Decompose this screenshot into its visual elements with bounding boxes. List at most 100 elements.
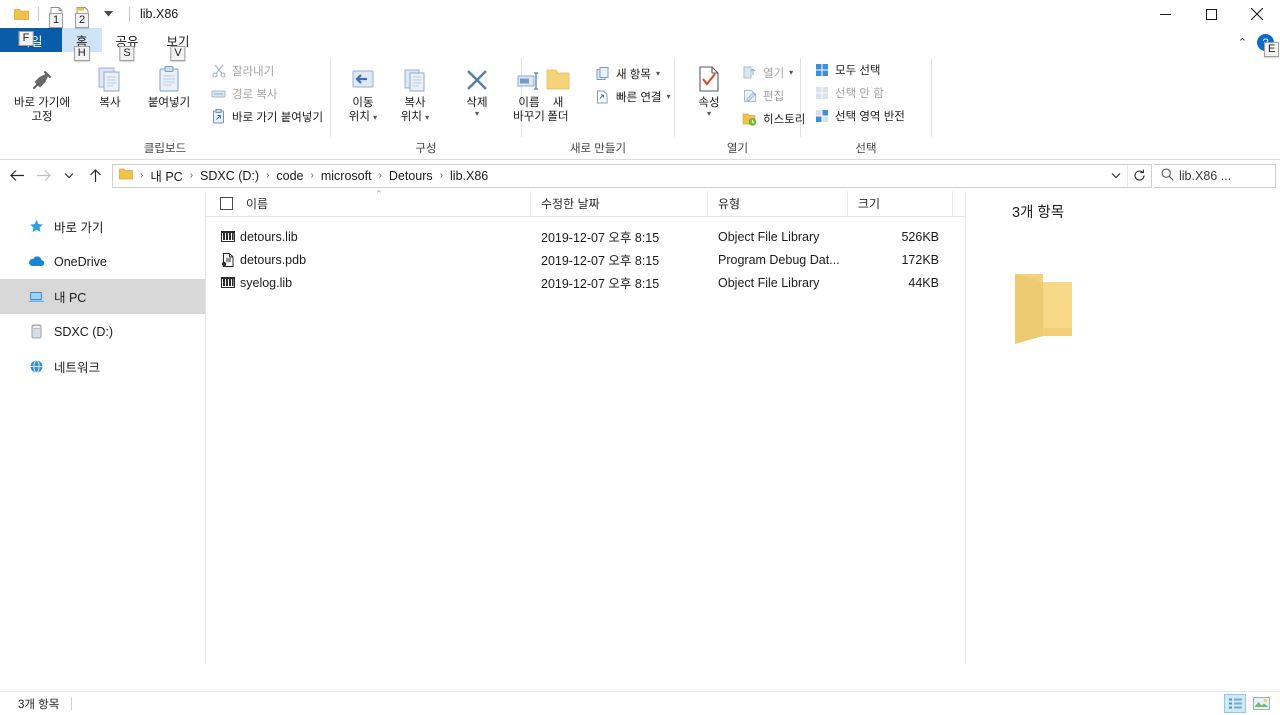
- tab-home-keytip: H: [73, 46, 90, 61]
- delete-button[interactable]: 삭제 ▾: [451, 57, 503, 120]
- open-caret-icon[interactable]: ▾: [789, 68, 793, 77]
- details-view-button[interactable]: [1224, 694, 1246, 713]
- copy-path-button[interactable]: 경로 복사: [208, 82, 329, 105]
- delete-icon: [464, 59, 490, 93]
- select-all-checkbox[interactable]: [206, 191, 236, 217]
- table-row[interactable]: detours.lib 2019-12-07 오후 8:15 Object Fi…: [206, 225, 965, 248]
- scissors-icon: [210, 62, 227, 79]
- pin-button-label-1: 바로 가기에: [13, 97, 71, 109]
- sidebar-label-my-pc: 내 PC: [54, 291, 87, 305]
- move-to-button[interactable]: 이동 위치 ▾: [337, 57, 389, 126]
- file-size: 172KB: [901, 252, 939, 267]
- invert-selection-button[interactable]: 선택 영역 반전: [811, 104, 911, 127]
- maximize-button[interactable]: [1188, 0, 1234, 28]
- status-bar: 3개 항목: [0, 691, 1280, 715]
- collapse-ribbon-icon[interactable]: ⌃: [1238, 36, 1247, 49]
- pin-to-quick-access-button[interactable]: 바로 가기에 고정: [0, 57, 84, 126]
- tab-file[interactable]: 파일 F: [0, 28, 62, 52]
- cloud-icon: [28, 253, 45, 270]
- cut-button[interactable]: 잘라내기: [208, 59, 329, 82]
- tab-home[interactable]: 홈 H: [62, 28, 102, 61]
- breadcrumb-item-code[interactable]: code: [273, 169, 306, 183]
- sidebar-item-network[interactable]: 네트워크: [0, 349, 205, 384]
- column-header-name[interactable]: 이름: [236, 190, 531, 217]
- status-divider: [71, 697, 73, 710]
- refresh-button[interactable]: [1127, 164, 1151, 187]
- column-header-type[interactable]: 유형: [708, 190, 848, 217]
- search-input[interactable]: lib.X86 ...: [1154, 163, 1276, 188]
- column-header-date[interactable]: 수정한 날짜: [531, 190, 708, 217]
- sidebar-item-my-pc[interactable]: 내 PC: [0, 279, 205, 314]
- properties-button[interactable]: 속성 ▾: [683, 57, 735, 120]
- sidebar-label-sdxc: SDXC (D:): [54, 324, 114, 339]
- large-icons-view-button[interactable]: [1250, 694, 1272, 713]
- table-row[interactable]: detours.pdb 2019-12-07 오후 8:15 Program D…: [206, 248, 965, 271]
- tab-view[interactable]: 보기 V: [153, 28, 204, 61]
- up-button[interactable]: [82, 163, 108, 189]
- main-content: 바로 가기 OneDrive 내 PC SDXC (D:) 네트워크 ⌃ 이름 …: [0, 189, 1280, 664]
- breadcrumb-item-microsoft[interactable]: microsoft: [318, 169, 375, 183]
- breadcrumb-item-libx86[interactable]: lib.X86: [447, 169, 491, 183]
- breadcrumb-dropdown-icon[interactable]: [1105, 172, 1127, 179]
- sidebar-item-sdxc[interactable]: SDXC (D:): [0, 314, 205, 349]
- sidebar-item-quick-access[interactable]: 바로 가기: [0, 209, 205, 244]
- properties-caret-icon[interactable]: ▾: [707, 110, 711, 118]
- file-name: detours.lib: [240, 229, 298, 244]
- delete-caret-icon[interactable]: ▾: [475, 110, 479, 118]
- copy-to-button[interactable]: 복사 위치 ▾: [389, 57, 441, 126]
- sidebar-item-onedrive[interactable]: OneDrive: [0, 244, 205, 279]
- move-to-label-2: 위치 ▾: [348, 111, 378, 123]
- details-pane: 3개 항목: [965, 191, 1280, 664]
- paste-button[interactable]: 붙여넣기: [136, 57, 202, 112]
- ribbon-right-controls: ⌃ ? E: [1238, 34, 1280, 57]
- breadcrumb-sep-1: ›: [189, 170, 194, 181]
- easy-access-caret-icon[interactable]: ▾: [667, 92, 671, 101]
- status-item-count: 3개 항목: [18, 698, 60, 711]
- search-icon: [1161, 168, 1174, 184]
- new-item-caret-icon[interactable]: ▾: [656, 69, 660, 78]
- new-item-button[interactable]: 새 항목 ▾: [592, 62, 677, 85]
- qat-separator: [38, 7, 39, 21]
- table-row[interactable]: syelog.lib 2019-12-07 오후 8:15 Object Fil…: [206, 271, 965, 294]
- file-date: 2019-12-07 오후 8:15: [541, 277, 660, 291]
- breadcrumb-bar[interactable]: › 내 PC › SDXC (D:) › code › microsoft › …: [112, 163, 1152, 188]
- breadcrumb-item-my-pc[interactable]: 내 PC: [147, 166, 185, 185]
- breadcrumb-sep-5: ›: [439, 170, 444, 181]
- recent-locations-button[interactable]: [56, 163, 82, 189]
- breadcrumb-sep-3: ›: [310, 170, 314, 181]
- ribbon-group-clipboard-title: 클립보드: [143, 143, 187, 155]
- minimize-button[interactable]: [1142, 0, 1188, 28]
- copy-button[interactable]: 복사: [84, 57, 136, 112]
- file-name: syelog.lib: [240, 275, 293, 290]
- qat-customize-caret-icon[interactable]: [95, 2, 121, 26]
- back-button[interactable]: [4, 163, 30, 189]
- qat-properties-icon[interactable]: 1: [43, 2, 69, 28]
- pc-icon: [28, 288, 45, 305]
- new-folder-button[interactable]: 새 폴더: [532, 57, 584, 126]
- file-type: Program Debug Dat...: [718, 252, 840, 267]
- paste-shortcut-button[interactable]: 바로 가기 붙여넣기: [208, 105, 329, 128]
- column-header-size[interactable]: 크기: [848, 190, 953, 217]
- paste-shortcut-icon: [210, 108, 227, 125]
- qat-new-folder-icon[interactable]: 2: [69, 2, 95, 28]
- move-to-icon: [349, 59, 377, 93]
- tab-share[interactable]: 공유 S: [102, 28, 153, 61]
- select-all-button[interactable]: 모두 선택: [811, 58, 911, 81]
- properties-icon: [696, 59, 722, 93]
- search-placeholder: lib.X86 ...: [1179, 168, 1232, 183]
- select-none-button[interactable]: 선택 안 함: [811, 81, 911, 104]
- forward-button[interactable]: [30, 163, 56, 189]
- breadcrumb-item-sdxc[interactable]: SDXC (D:): [197, 169, 262, 183]
- qat-folder-icon[interactable]: [8, 2, 34, 26]
- close-button[interactable]: [1234, 0, 1280, 28]
- pin-icon: [29, 59, 55, 93]
- window-controls: [1142, 0, 1280, 28]
- file-type: Object File Library: [718, 275, 820, 290]
- easy-access-button[interactable]: 빠른 연결 ▾: [592, 85, 677, 108]
- help-icon[interactable]: ? E: [1257, 34, 1280, 57]
- breadcrumb-item-detours[interactable]: Detours: [386, 169, 436, 183]
- pdb-file-icon: [206, 252, 236, 267]
- select-all-label: 모두 선택: [835, 64, 881, 77]
- address-bar: › 내 PC › SDXC (D:) › code › microsoft › …: [0, 160, 1280, 191]
- view-toggles: [1224, 694, 1272, 713]
